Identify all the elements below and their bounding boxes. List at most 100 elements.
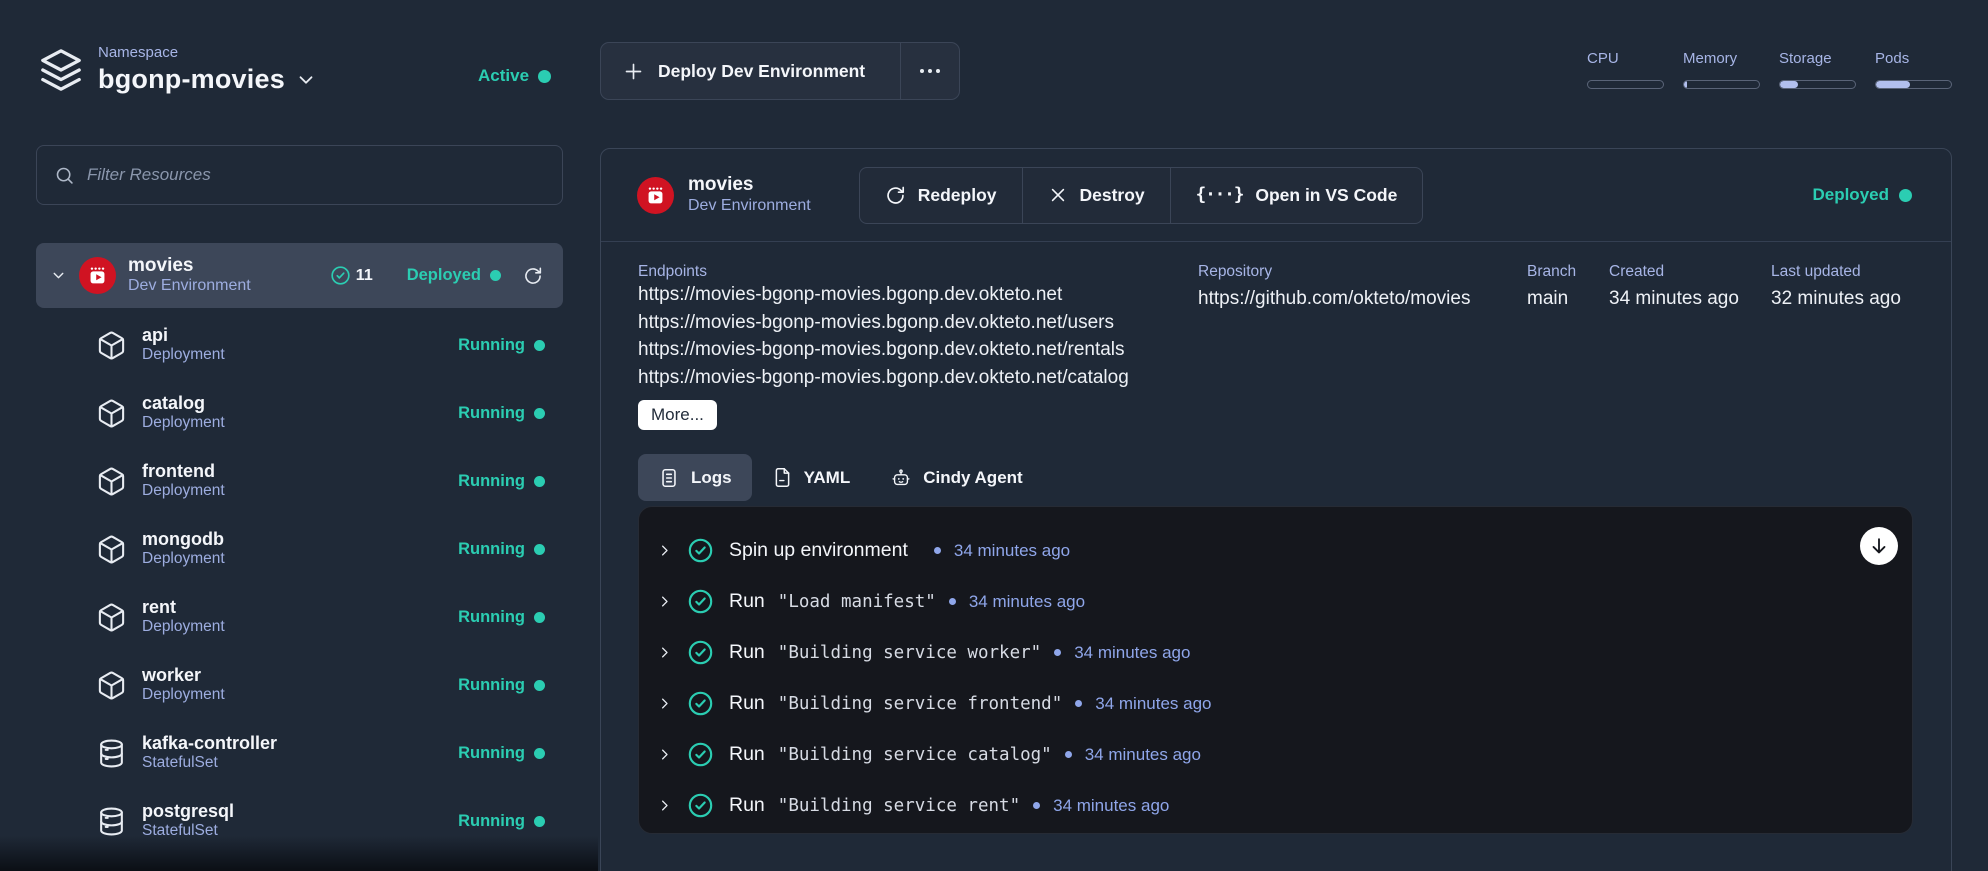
chevron-right-icon[interactable]: [657, 747, 672, 762]
deployed-status-badge: Deployed: [1812, 185, 1912, 205]
status-badge: Running: [458, 336, 545, 355]
meter-memory: Memory: [1683, 50, 1760, 89]
deploy-button-group: Deploy Dev Environment: [600, 42, 960, 100]
active-status-dot: [538, 70, 551, 83]
separator-dot: [1065, 751, 1072, 758]
storage-meter-track: [1779, 80, 1856, 89]
environment-status-badge: Deployed: [407, 266, 501, 285]
check-circle-icon: [687, 537, 714, 564]
memory-meter-fill: [1684, 81, 1687, 88]
endpoint-link[interactable]: https://movies-bgonp-movies.bgonp.dev.ok…: [638, 364, 1912, 392]
separator-dot: [934, 547, 941, 554]
status-badge: Running: [458, 744, 545, 763]
destroy-button[interactable]: Destroy: [1022, 168, 1170, 223]
tab-yaml[interactable]: YAML: [752, 454, 871, 501]
check-circle-icon: [687, 792, 714, 819]
cube-icon: [96, 466, 127, 497]
chevron-right-icon[interactable]: [657, 645, 672, 660]
separator-dot: [949, 598, 956, 605]
deploy-dev-environment-button[interactable]: Deploy Dev Environment: [601, 43, 900, 99]
check-circle-icon: [330, 265, 351, 286]
refresh-icon[interactable]: [523, 266, 543, 286]
detail-title: movies: [688, 174, 811, 196]
log-row[interactable]: Run "Building service catalog" 34 minute…: [639, 729, 1912, 780]
sidebar-item-movies-environment[interactable]: movies Dev Environment 11 Deployed: [36, 243, 563, 308]
meter-cpu: CPU: [1587, 50, 1664, 89]
x-icon: [1048, 185, 1068, 205]
arrow-down-icon: [1868, 535, 1890, 557]
sidebar-item-frontend[interactable]: frontendDeployment Running: [36, 447, 563, 515]
environment-meta: Endpoints https://movies-bgonp-movies.bg…: [601, 242, 1951, 454]
sidebar-item-worker[interactable]: workerDeployment Running: [36, 651, 563, 719]
sidebar-item-rent[interactable]: rentDeployment Running: [36, 583, 563, 651]
chevron-right-icon[interactable]: [657, 543, 672, 558]
chevron-right-icon[interactable]: [657, 594, 672, 609]
repository-link[interactable]: https://github.com/okteto/movies: [1198, 288, 1470, 310]
deploy-overflow-menu-button[interactable]: [900, 43, 959, 99]
status-badge: Running: [458, 472, 545, 491]
sidebar-item-api[interactable]: apiDeployment Running: [36, 311, 563, 379]
redeploy-button[interactable]: Redeploy: [860, 168, 1022, 223]
more-endpoints-button[interactable]: More...: [638, 400, 717, 430]
robot-icon: [890, 467, 912, 489]
detail-kind: Dev Environment: [688, 196, 811, 216]
endpoint-link[interactable]: https://movies-bgonp-movies.bgonp.dev.ok…: [638, 309, 1912, 337]
movies-app-icon: [79, 257, 116, 294]
tab-logs[interactable]: Logs: [638, 454, 752, 501]
separator-dot: [1033, 802, 1040, 809]
environment-detail-panel: movies Dev Environment Redeploy Destroy …: [600, 148, 1952, 871]
check-circle-icon: [687, 639, 714, 666]
sidebar-item-catalog[interactable]: catalogDeployment Running: [36, 379, 563, 447]
logs-panel: Spin up environment 34 minutes ago Run "…: [638, 506, 1913, 834]
separator-dot: [1075, 700, 1082, 707]
sidebar-item-mongodb[interactable]: mongodbDeployment Running: [36, 515, 563, 583]
cube-icon: [96, 670, 127, 701]
check-circle-icon: [687, 588, 714, 615]
namespace-name: bgonp-movies: [98, 64, 285, 95]
pods-meter-fill: [1876, 81, 1910, 88]
cube-icon: [96, 398, 127, 429]
redeploy-icon: [885, 185, 906, 206]
log-row[interactable]: Run "Building service frontend" 34 minut…: [639, 678, 1912, 729]
log-row[interactable]: Run "Building service worker" 34 minutes…: [639, 627, 1912, 678]
meter-storage: Storage: [1779, 50, 1856, 89]
chevron-right-icon[interactable]: [657, 798, 672, 813]
filter-resources-box: [36, 145, 563, 205]
repository-column: Repository https://github.com/okteto/mov…: [1198, 263, 1470, 310]
namespace-status-badge: Active: [478, 66, 551, 86]
status-badge: Running: [458, 812, 545, 831]
log-row[interactable]: Run "Building service rent" 34 minutes a…: [639, 780, 1912, 831]
check-circle-icon: [687, 690, 714, 717]
sidebar: movies Dev Environment 11 Deployed apiDe…: [36, 145, 563, 855]
check-circle-icon: [687, 741, 714, 768]
open-in-vscode-button[interactable]: {···} Open in VS Code: [1170, 168, 1423, 223]
environment-name: movies: [128, 255, 251, 277]
endpoint-link[interactable]: https://movies-bgonp-movies.bgonp.dev.ok…: [638, 336, 1912, 364]
environment-detail-header: movies Dev Environment Redeploy Destroy …: [601, 149, 1951, 242]
sidebar-item-kafka-controller[interactable]: kafka-controllerStatefulSet Running: [36, 719, 563, 787]
status-badge: Running: [458, 404, 545, 423]
namespace-header: Namespace bgonp-movies: [38, 44, 317, 95]
separator-dot: [1054, 649, 1061, 656]
filter-resources-input[interactable]: [87, 165, 562, 185]
created-column: Created 34 minutes ago: [1609, 263, 1739, 310]
cube-icon: [96, 602, 127, 633]
database-icon: [96, 806, 127, 837]
log-row[interactable]: Run "Load manifest" 34 minutes ago: [639, 576, 1912, 627]
resource-list: apiDeployment Running catalogDeployment …: [36, 311, 563, 855]
log-row[interactable]: Spin up environment 34 minutes ago: [639, 525, 1912, 576]
namespace-switcher[interactable]: bgonp-movies: [98, 64, 317, 95]
storage-meter-fill: [1780, 81, 1798, 88]
chevron-right-icon[interactable]: [657, 696, 672, 711]
scroll-to-bottom-button[interactable]: [1860, 527, 1898, 565]
pods-meter-track: [1875, 80, 1952, 89]
sidebar-item-postgresql[interactable]: postgresqlStatefulSet Running: [36, 787, 563, 855]
movies-app-icon: [637, 177, 674, 214]
ellipsis-icon: [920, 69, 924, 73]
tab-cindy-agent[interactable]: Cindy Agent: [870, 454, 1042, 501]
plus-icon: [623, 61, 644, 82]
last-updated-column: Last updated 32 minutes ago: [1771, 263, 1901, 310]
layers-icon: [38, 47, 84, 93]
replica-count-badge: 11: [330, 265, 373, 286]
collapse-chevron-icon[interactable]: [50, 267, 67, 284]
